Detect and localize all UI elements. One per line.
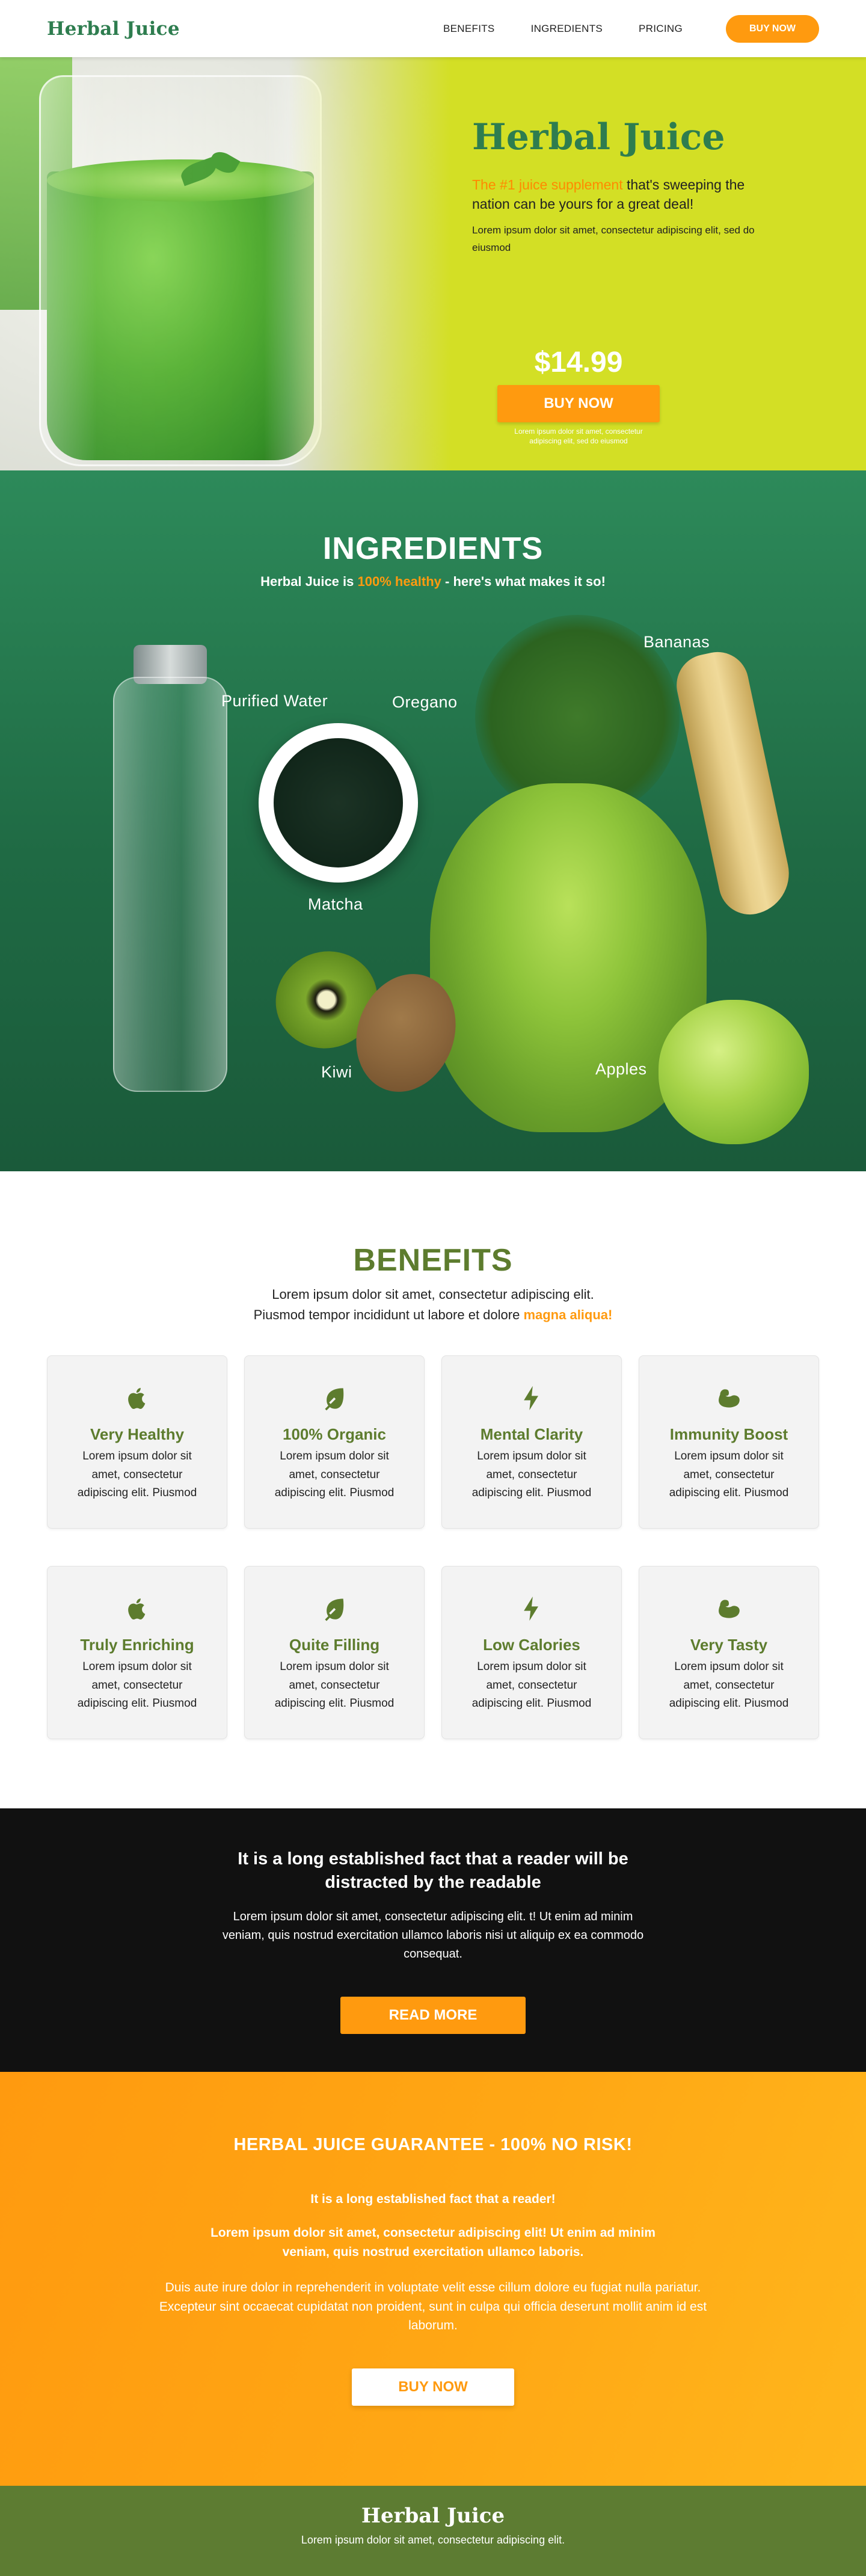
benefits-subtitle-highlight: magna aliqua! (523, 1307, 613, 1323)
benefit-text: Lorem ipsum dolor sit amet, consectetur … (274, 1450, 395, 1499)
benefit-title: 100% Organic (283, 1425, 386, 1444)
nav-menu: BENEFITS INGREDIENTS PRICING BUY NOW (443, 14, 819, 43)
benefit-title: Very Tasty (690, 1636, 768, 1654)
apple-icon (124, 1598, 150, 1624)
label-apples: Apples (595, 1060, 647, 1078)
hero-description: Lorem ipsum dolor sit amet, consectetur … (472, 224, 755, 254)
hero-buy-now-button[interactable]: BUY NOW (497, 385, 660, 422)
matcha-powder (274, 738, 403, 867)
bolt-icon (518, 1386, 545, 1414)
guarantee-buy-now-button[interactable]: BUY NOW (352, 2368, 514, 2406)
benefits-subtitle: Lorem ipsum dolor sit amet, consectetur … (47, 1284, 819, 1325)
benefit-card: Mental Clarity Lorem ipsum dolor sit amet… (441, 1355, 622, 1529)
label-purified-water: Purified Water (221, 692, 328, 710)
benefit-title: Very Healthy (90, 1425, 185, 1444)
benefits-grid: Very Healthy Lorem ipsum dolor sit amet, … (47, 1355, 819, 1740)
hero-title: Herbal Juice (472, 116, 725, 158)
benefit-title: Mental Clarity (480, 1425, 583, 1444)
info-section: It is a long established fact that a rea… (0, 1808, 866, 2072)
info-text: Lorem ipsum dolor sit amet, consectetur … (222, 1910, 644, 1961)
hero-fade-overlay (289, 57, 469, 470)
ingredients-subtitle-highlight: 100% healthy (357, 574, 441, 589)
label-kiwi: Kiwi (321, 1063, 352, 1081)
benefit-card: Quite Filling Lorem ipsum dolor sit amet,… (244, 1566, 425, 1740)
apple-icon (124, 1388, 150, 1414)
ingredients-section: INGREDIENTS Herbal Juice is 100% healthy… (0, 470, 866, 1171)
glass-outline (39, 75, 322, 466)
guarantee-text: Duis aute irure dolor in reprehenderit i… (159, 2281, 707, 2333)
nav-link-ingredients[interactable]: INGREDIENTS (531, 23, 603, 35)
muscle-icon (716, 1600, 742, 1624)
benefit-title: Low Calories (483, 1636, 580, 1654)
label-bananas: Bananas (643, 633, 710, 651)
top-nav: Herbal Juice BENEFITS INGREDIENTS PRICIN… (0, 0, 866, 57)
label-oregano: Oregano (392, 693, 458, 711)
nav-buy-now-button[interactable]: BUY NOW (726, 14, 819, 43)
guarantee-title: HERBAL JUICE GUARANTEE - 100% NO RISK! (233, 2135, 633, 2155)
benefit-text: Lorem ipsum dolor sit amet, consectetur … (669, 1450, 789, 1499)
leaf-icon (321, 1388, 348, 1414)
benefit-title: Truly Enriching (80, 1636, 194, 1654)
water-bottle-image (113, 677, 227, 1092)
nav-link-benefits[interactable]: BENEFITS (443, 23, 495, 35)
bolt-icon (518, 1597, 545, 1624)
benefit-text: Lorem ipsum dolor sit amet, consectetur … (471, 1450, 592, 1499)
ingredients-title: INGREDIENTS (322, 531, 544, 566)
ingredients-subtitle-pre: Herbal Juice is (260, 574, 358, 589)
price: $14.99 (534, 347, 623, 378)
label-matcha: Matcha (308, 895, 363, 913)
guarantee-bold-text: Lorem ipsum dolor sit amet, consectetur … (210, 2226, 656, 2259)
benefit-card: Very Tasty Lorem ipsum dolor sit amet, co… (639, 1566, 819, 1740)
hero-subtitle: The #1 juice supplement that's sweeping … (472, 175, 755, 214)
benefit-card: Low Calories Lorem ipsum dolor sit amet, … (441, 1566, 622, 1740)
ingredients-subtitle: Herbal Juice is 100% healthy - here's wh… (0, 574, 866, 590)
benefit-text: Lorem ipsum dolor sit amet, consectetur … (274, 1660, 395, 1710)
guarantee-section: HERBAL JUICE GUARANTEE - 100% NO RISK! I… (0, 2072, 866, 2486)
hero-content: Herbal Juice The #1 juice supplement tha… (472, 117, 755, 257)
site-logo[interactable]: Herbal Juice (47, 18, 180, 40)
benefit-title: Quite Filling (289, 1636, 380, 1654)
ingredients-subtitle-post: - here's what makes it so! (441, 574, 606, 589)
guarantee-lead: It is a long established fact that a rea… (310, 2192, 556, 2207)
benefit-card: Immunity Boost Lorem ipsum dolor sit amet… (639, 1355, 819, 1529)
read-more-button[interactable]: READ MORE (340, 1997, 526, 2035)
benefits-section: BENEFITS Lorem ipsum dolor sit amet, con… (0, 1171, 866, 1809)
benefit-title: Immunity Boost (669, 1425, 788, 1444)
muscle-icon (716, 1389, 742, 1414)
benefit-card: 100% Organic Lorem ipsum dolor sit amet, … (244, 1355, 425, 1529)
benefits-subtitle-line2: Piusmod tempor incididunt ut labore et d… (253, 1307, 524, 1323)
footer: Herbal Juice Lorem ipsum dolor sit amet,… (0, 2486, 866, 2576)
hero-subtitle-highlight: The #1 juice supplement (472, 177, 623, 193)
hero-fine-print: Lorem ipsum dolor sit amet, consectetur … (514, 427, 643, 445)
hero-buy-box: $14.99 BUY NOW Lorem ipsum dolor sit ame… (497, 346, 660, 446)
footer-logo: Herbal Juice (361, 2504, 505, 2528)
benefit-text: Lorem ipsum dolor sit amet, consectetur … (77, 1660, 197, 1710)
leaf-icon (321, 1598, 348, 1624)
benefit-text: Lorem ipsum dolor sit amet, consectetur … (471, 1660, 592, 1710)
nav-link-pricing[interactable]: PRICING (639, 23, 683, 35)
benefit-text: Lorem ipsum dolor sit amet, consectetur … (77, 1450, 197, 1499)
info-title: It is a long established fact that a rea… (238, 1849, 628, 1893)
benefits-title: BENEFITS (353, 1243, 513, 1278)
benefits-subtitle-line1: Lorem ipsum dolor sit amet, consectetur … (272, 1287, 594, 1302)
benefit-card: Truly Enriching Lorem ipsum dolor sit ame… (47, 1566, 227, 1740)
benefit-card: Very Healthy Lorem ipsum dolor sit amet, … (47, 1355, 227, 1529)
apple-image (659, 1000, 809, 1144)
hero-section: Herbal Juice The #1 juice supplement tha… (0, 57, 866, 470)
benefit-text: Lorem ipsum dolor sit amet, consectetur … (669, 1660, 789, 1710)
footer-text: Lorem ipsum dolor sit amet, consectetur … (301, 2534, 565, 2547)
